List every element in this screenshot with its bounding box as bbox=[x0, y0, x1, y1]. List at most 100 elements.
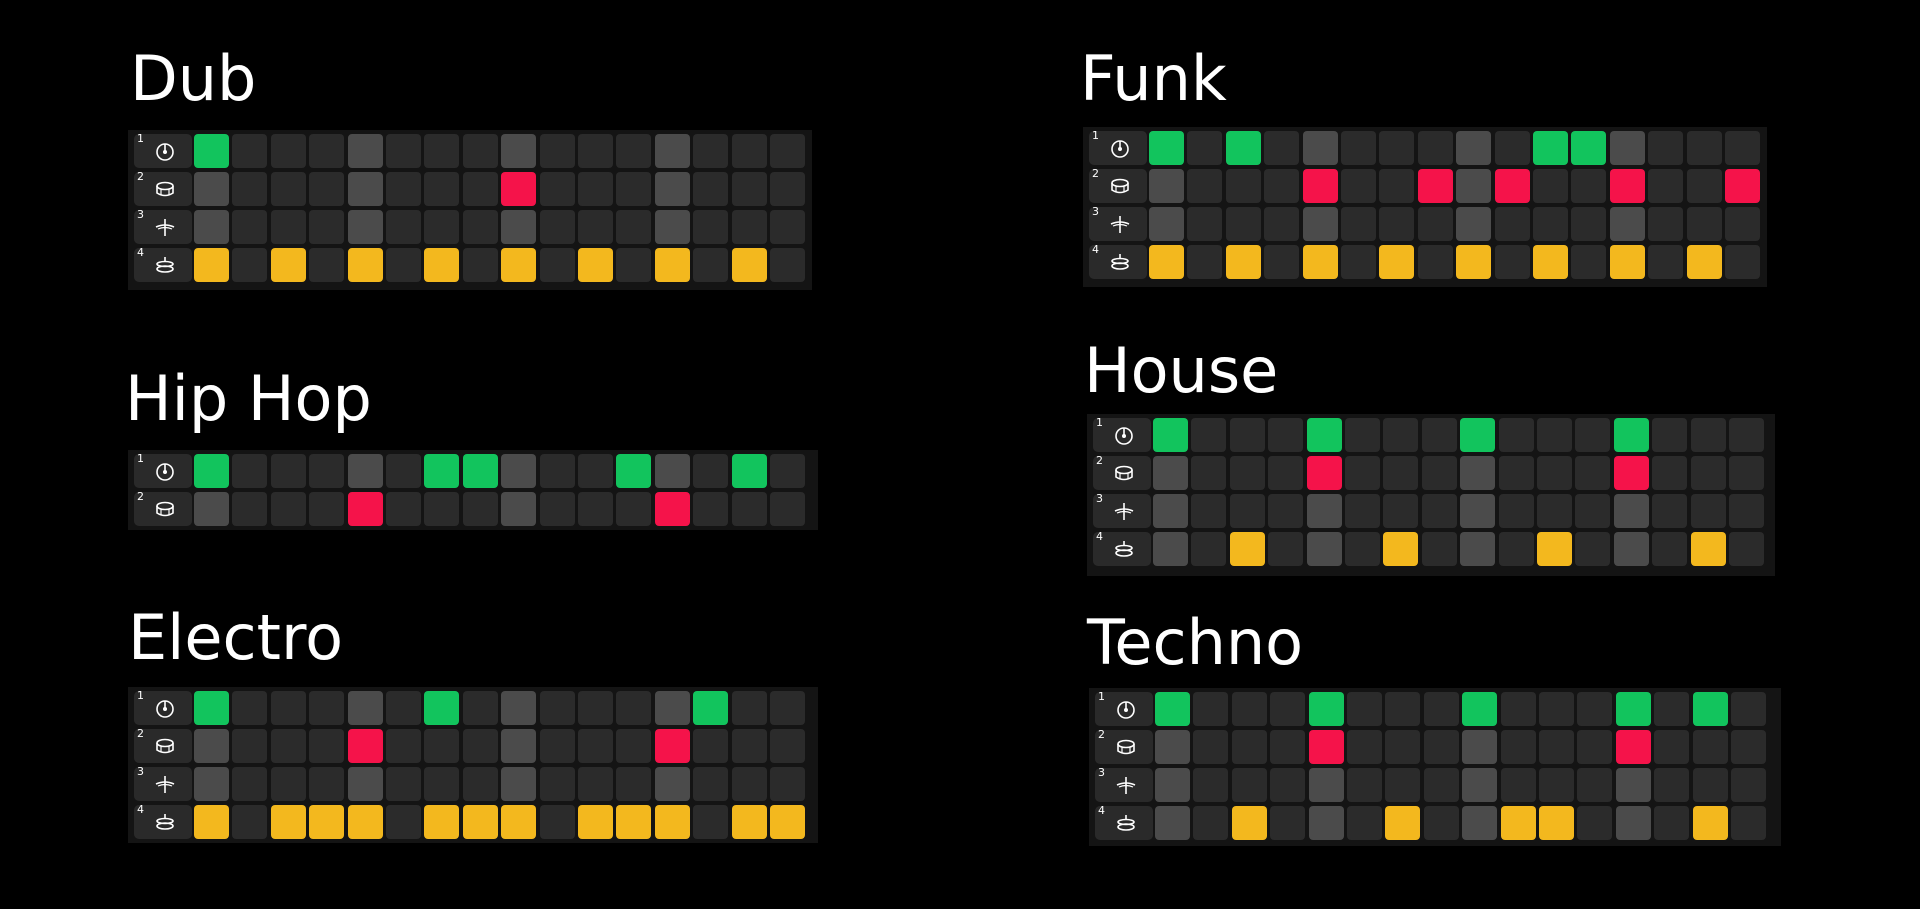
track-header[interactable]: 1 bbox=[134, 132, 192, 168]
step-off[interactable] bbox=[386, 767, 421, 801]
step-on-hat[interactable] bbox=[1537, 532, 1572, 566]
step-on-hat[interactable] bbox=[501, 805, 536, 839]
step-off[interactable] bbox=[271, 134, 306, 168]
step-off[interactable] bbox=[578, 172, 613, 206]
step-off[interactable] bbox=[1654, 730, 1689, 764]
step-on-hat[interactable] bbox=[424, 248, 459, 282]
step-off[interactable] bbox=[540, 454, 575, 488]
step-off[interactable] bbox=[1345, 494, 1380, 528]
step-off[interactable] bbox=[732, 492, 767, 526]
step-off[interactable] bbox=[1230, 418, 1265, 452]
step-beat-marker[interactable] bbox=[1303, 131, 1338, 165]
step-off[interactable] bbox=[693, 172, 728, 206]
step-on-snare[interactable] bbox=[501, 172, 536, 206]
step-off[interactable] bbox=[1422, 418, 1457, 452]
step-off[interactable] bbox=[1652, 494, 1687, 528]
step-off[interactable] bbox=[1693, 768, 1728, 802]
step-off[interactable] bbox=[1379, 207, 1414, 241]
step-off[interactable] bbox=[1537, 456, 1572, 490]
step-on-kick[interactable] bbox=[1616, 692, 1651, 726]
step-off[interactable] bbox=[578, 454, 613, 488]
step-off[interactable] bbox=[1418, 245, 1453, 279]
track-header[interactable]: 2 bbox=[1093, 454, 1151, 490]
step-off[interactable] bbox=[1654, 692, 1689, 726]
step-beat-marker[interactable] bbox=[1153, 456, 1188, 490]
step-off[interactable] bbox=[1270, 806, 1305, 840]
step-off[interactable] bbox=[1193, 730, 1228, 764]
step-off[interactable] bbox=[1345, 532, 1380, 566]
step-on-hat[interactable] bbox=[1383, 532, 1418, 566]
step-beat-marker[interactable] bbox=[501, 210, 536, 244]
step-on-kick[interactable] bbox=[1533, 131, 1568, 165]
step-off[interactable] bbox=[1577, 692, 1612, 726]
step-beat-marker[interactable] bbox=[655, 691, 690, 725]
step-off[interactable] bbox=[1422, 456, 1457, 490]
step-off[interactable] bbox=[1687, 169, 1722, 203]
step-off[interactable] bbox=[1495, 207, 1530, 241]
step-off[interactable] bbox=[463, 492, 498, 526]
step-off[interactable] bbox=[1379, 131, 1414, 165]
step-off[interactable] bbox=[693, 805, 728, 839]
track-header[interactable]: 4 bbox=[134, 246, 192, 282]
step-beat-marker[interactable] bbox=[1153, 494, 1188, 528]
step-off[interactable] bbox=[1270, 692, 1305, 726]
step-on-snare[interactable] bbox=[348, 492, 383, 526]
step-beat-marker[interactable] bbox=[655, 210, 690, 244]
track-header[interactable]: 4 bbox=[134, 803, 192, 839]
track-header[interactable]: 3 bbox=[1089, 205, 1147, 241]
step-beat-marker[interactable] bbox=[194, 729, 229, 763]
track-header[interactable]: 3 bbox=[134, 765, 192, 801]
step-off[interactable] bbox=[386, 210, 421, 244]
step-on-hat[interactable] bbox=[1533, 245, 1568, 279]
step-beat-marker[interactable] bbox=[1155, 730, 1190, 764]
step-on-snare[interactable] bbox=[1614, 456, 1649, 490]
step-on-snare[interactable] bbox=[1307, 456, 1342, 490]
step-on-kick[interactable] bbox=[1693, 692, 1728, 726]
step-off[interactable] bbox=[1341, 245, 1376, 279]
step-on-hat[interactable] bbox=[1149, 245, 1184, 279]
step-off[interactable] bbox=[770, 691, 805, 725]
step-off[interactable] bbox=[1693, 730, 1728, 764]
step-off[interactable] bbox=[1418, 131, 1453, 165]
step-off[interactable] bbox=[309, 172, 344, 206]
step-off[interactable] bbox=[693, 492, 728, 526]
step-off[interactable] bbox=[770, 454, 805, 488]
step-off[interactable] bbox=[1577, 768, 1612, 802]
step-off[interactable] bbox=[424, 492, 459, 526]
step-off[interactable] bbox=[1424, 768, 1459, 802]
step-off[interactable] bbox=[770, 248, 805, 282]
step-beat-marker[interactable] bbox=[1303, 207, 1338, 241]
step-off[interactable] bbox=[616, 492, 651, 526]
step-beat-marker[interactable] bbox=[1616, 806, 1651, 840]
step-on-hat[interactable] bbox=[1610, 245, 1645, 279]
track-header[interactable]: 2 bbox=[1089, 167, 1147, 203]
step-off[interactable] bbox=[1654, 768, 1689, 802]
step-off[interactable] bbox=[1571, 207, 1606, 241]
step-on-hat[interactable] bbox=[770, 805, 805, 839]
step-off[interactable] bbox=[1499, 456, 1534, 490]
step-off[interactable] bbox=[1341, 207, 1376, 241]
step-off[interactable] bbox=[1424, 692, 1459, 726]
step-off[interactable] bbox=[1385, 768, 1420, 802]
step-on-kick[interactable] bbox=[463, 454, 498, 488]
step-off[interactable] bbox=[1577, 730, 1612, 764]
step-on-kick[interactable] bbox=[1462, 692, 1497, 726]
step-off[interactable] bbox=[732, 210, 767, 244]
step-off[interactable] bbox=[616, 248, 651, 282]
step-off[interactable] bbox=[1537, 494, 1572, 528]
step-off[interactable] bbox=[1648, 207, 1683, 241]
step-on-hat[interactable] bbox=[348, 805, 383, 839]
step-on-hat[interactable] bbox=[655, 248, 690, 282]
step-off[interactable] bbox=[578, 134, 613, 168]
step-on-kick[interactable] bbox=[1307, 418, 1342, 452]
step-beat-marker[interactable] bbox=[655, 767, 690, 801]
step-beat-marker[interactable] bbox=[1155, 768, 1190, 802]
step-off[interactable] bbox=[309, 248, 344, 282]
step-off[interactable] bbox=[1729, 456, 1764, 490]
step-off[interactable] bbox=[424, 729, 459, 763]
step-beat-marker[interactable] bbox=[1309, 768, 1344, 802]
step-beat-marker[interactable] bbox=[1460, 532, 1495, 566]
step-off[interactable] bbox=[309, 454, 344, 488]
step-off[interactable] bbox=[1575, 494, 1610, 528]
step-off[interactable] bbox=[424, 134, 459, 168]
